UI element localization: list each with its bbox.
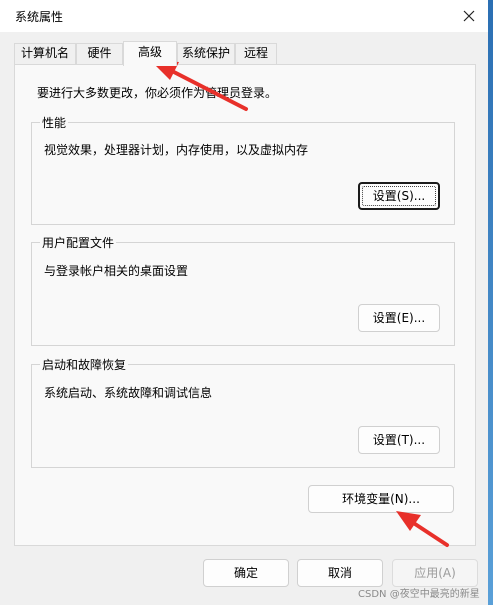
arrow-to-env-button-icon: [396, 511, 449, 547]
tab-advanced[interactable]: 高级: [123, 41, 177, 66]
arrow-to-advanced-tab-icon: [150, 60, 248, 111]
annotation-arrows: [150, 60, 449, 547]
watermark-text: CSDN @夜空中最亮的新星: [358, 589, 480, 600]
